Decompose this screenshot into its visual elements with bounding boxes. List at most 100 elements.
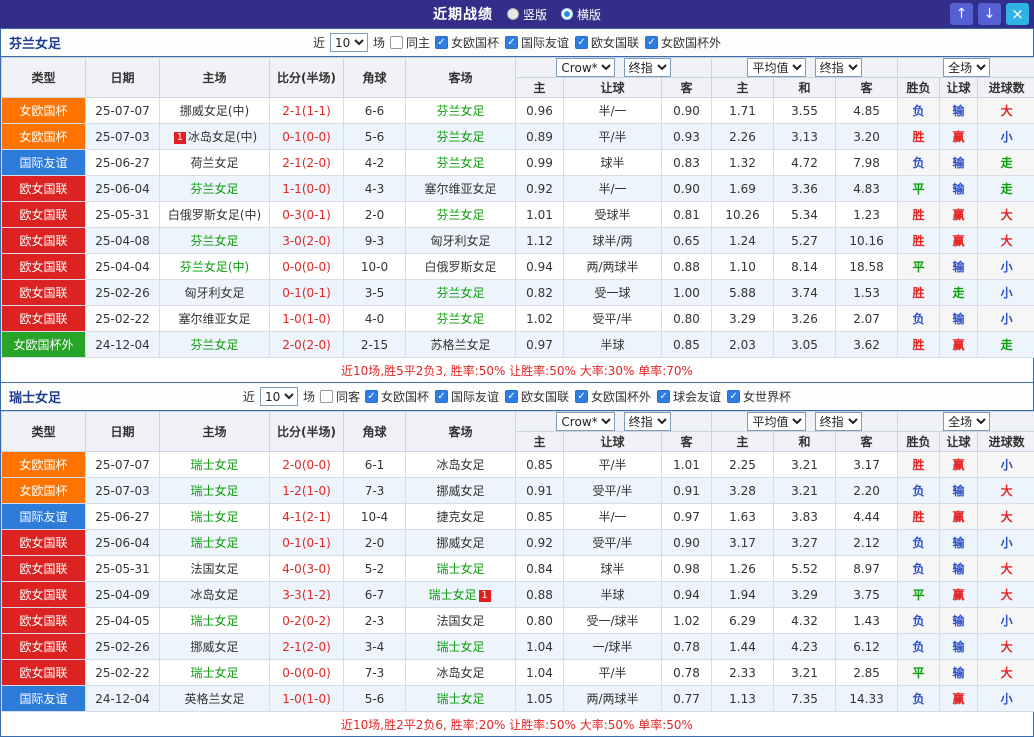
- avg-provider-select[interactable]: 平均值: [747, 412, 806, 431]
- home-team[interactable]: 芬兰女足: [160, 176, 270, 202]
- league-filter-checkbox[interactable]: ✓欧女国联: [575, 34, 639, 51]
- away-team[interactable]: 瑞士女足: [406, 634, 516, 660]
- scroll-down-button[interactable]: ↓: [978, 3, 1001, 25]
- away-team[interactable]: 冰岛女足: [406, 660, 516, 686]
- avg-period-select[interactable]: 终指: [815, 412, 862, 431]
- away-team[interactable]: 芬兰女足: [406, 124, 516, 150]
- match-score[interactable]: 2-1(2-0): [270, 634, 344, 660]
- away-team[interactable]: 冰岛女足: [406, 452, 516, 478]
- corner-score: 3-4: [344, 634, 406, 660]
- team-section-finland: 芬兰女足 近 10 场 同主 ✓女欧国杯✓国际友谊✓欧女国联✓女欧国杯外 类型 …: [0, 28, 1034, 383]
- home-team[interactable]: 芬兰女足: [160, 332, 270, 358]
- home-team[interactable]: 英格兰女足: [160, 686, 270, 712]
- away-team[interactable]: 瑞士女足: [406, 686, 516, 712]
- home-team[interactable]: 法国女足: [160, 556, 270, 582]
- away-team[interactable]: 芬兰女足: [406, 280, 516, 306]
- corner-score: 7-3: [344, 660, 406, 686]
- odds-provider-select[interactable]: Crow*: [556, 58, 615, 77]
- home-team[interactable]: 冰岛女足: [160, 582, 270, 608]
- odds-period-select[interactable]: 终指: [624, 412, 671, 431]
- home-team[interactable]: 瑞士女足: [160, 530, 270, 556]
- away-team[interactable]: 芬兰女足: [406, 202, 516, 228]
- horizontal-layout-radio[interactable]: 横版: [561, 6, 601, 23]
- away-team[interactable]: 苏格兰女足: [406, 332, 516, 358]
- odds-period-select[interactable]: 终指: [624, 58, 671, 77]
- match-score[interactable]: 1-0(1-0): [270, 306, 344, 332]
- match-score[interactable]: 1-1(0-0): [270, 176, 344, 202]
- home-team[interactable]: 瑞士女足: [160, 660, 270, 686]
- match-score[interactable]: 2-1(2-0): [270, 150, 344, 176]
- home-team[interactable]: 瑞士女足: [160, 608, 270, 634]
- close-button[interactable]: ×: [1006, 3, 1029, 25]
- away-team[interactable]: 挪威女足: [406, 530, 516, 556]
- odds-provider-select[interactable]: Crow*: [556, 412, 615, 431]
- home-team[interactable]: 白俄罗斯女足(中): [160, 202, 270, 228]
- match-score[interactable]: 0-3(0-1): [270, 202, 344, 228]
- goals-result: 走: [978, 332, 1034, 358]
- match-score[interactable]: 2-0(2-0): [270, 332, 344, 358]
- avg-period-select[interactable]: 终指: [815, 58, 862, 77]
- away-team[interactable]: 塞尔维亚女足: [406, 176, 516, 202]
- avg-provider-select[interactable]: 平均值: [747, 58, 806, 77]
- match-score[interactable]: 0-0(0-0): [270, 660, 344, 686]
- match-score[interactable]: 2-1(1-1): [270, 98, 344, 124]
- league-filter-checkbox[interactable]: ✓女世界杯: [727, 388, 791, 405]
- avg-draw-odds: 4.32: [774, 608, 836, 634]
- col-header-result: 胜负: [898, 78, 940, 98]
- team-name-link[interactable]: 瑞士女足: [9, 387, 61, 406]
- home-team[interactable]: 挪威女足(中): [160, 98, 270, 124]
- home-team[interactable]: 挪威女足: [160, 634, 270, 660]
- same-venue-checkbox[interactable]: 同客: [320, 388, 360, 405]
- away-team[interactable]: 瑞士女足1: [406, 582, 516, 608]
- away-team[interactable]: 白俄罗斯女足: [406, 254, 516, 280]
- match-score[interactable]: 0-1(0-0): [270, 124, 344, 150]
- match-score[interactable]: 1-0(1-0): [270, 686, 344, 712]
- scope-select[interactable]: 全场: [943, 58, 990, 77]
- match-score[interactable]: 3-0(2-0): [270, 228, 344, 254]
- home-team[interactable]: 瑞士女足: [160, 452, 270, 478]
- vertical-layout-radio[interactable]: 竖版: [507, 6, 547, 23]
- away-team[interactable]: 瑞士女足: [406, 556, 516, 582]
- away-team[interactable]: 法国女足: [406, 608, 516, 634]
- match-score[interactable]: 0-2(0-2): [270, 608, 344, 634]
- match-score[interactable]: 2-0(0-0): [270, 452, 344, 478]
- match-score[interactable]: 3-3(1-2): [270, 582, 344, 608]
- recent-count-select[interactable]: 10: [330, 33, 368, 52]
- away-team[interactable]: 挪威女足: [406, 478, 516, 504]
- home-team[interactable]: 塞尔维亚女足: [160, 306, 270, 332]
- match-score[interactable]: 4-1(2-1): [270, 504, 344, 530]
- home-team[interactable]: 荷兰女足: [160, 150, 270, 176]
- same-venue-checkbox[interactable]: 同主: [390, 34, 430, 51]
- match-score[interactable]: 0-0(0-0): [270, 254, 344, 280]
- league-filter-checkbox[interactable]: ✓国际友谊: [505, 34, 569, 51]
- away-team[interactable]: 芬兰女足: [406, 306, 516, 332]
- scroll-up-button[interactable]: ↑: [950, 3, 973, 25]
- league-filter-checkbox[interactable]: ✓球会友谊: [657, 388, 721, 405]
- away-team[interactable]: 匈牙利女足: [406, 228, 516, 254]
- home-team[interactable]: 匈牙利女足: [160, 280, 270, 306]
- home-team[interactable]: 芬兰女足: [160, 228, 270, 254]
- league-type-badge: 欧女国联: [2, 634, 86, 660]
- match-score[interactable]: 1-2(1-0): [270, 478, 344, 504]
- home-team[interactable]: 芬兰女足(中): [160, 254, 270, 280]
- home-team[interactable]: 瑞士女足: [160, 478, 270, 504]
- away-team[interactable]: 芬兰女足: [406, 98, 516, 124]
- home-team[interactable]: 1冰岛女足(中): [160, 124, 270, 150]
- league-filter-checkbox[interactable]: ✓女欧国杯外: [575, 388, 651, 405]
- home-team[interactable]: 瑞士女足: [160, 504, 270, 530]
- match-score[interactable]: 0-1(0-1): [270, 530, 344, 556]
- league-filter-checkbox[interactable]: ✓欧女国联: [505, 388, 569, 405]
- away-team[interactable]: 捷克女足: [406, 504, 516, 530]
- team-name-link[interactable]: 芬兰女足: [9, 33, 61, 52]
- league-filter-checkbox[interactable]: ✓女欧国杯外: [645, 34, 721, 51]
- recent-count-select[interactable]: 10: [260, 387, 298, 406]
- match-score[interactable]: 0-1(0-1): [270, 280, 344, 306]
- match-score[interactable]: 4-0(3-0): [270, 556, 344, 582]
- league-filter-checkbox[interactable]: ✓女欧国杯: [435, 34, 499, 51]
- col-header-odds-home: 主: [516, 432, 564, 452]
- away-team[interactable]: 芬兰女足: [406, 150, 516, 176]
- league-filter-checkbox[interactable]: ✓女欧国杯: [365, 388, 429, 405]
- league-filter-checkbox[interactable]: ✓国际友谊: [435, 388, 499, 405]
- scope-select[interactable]: 全场: [943, 412, 990, 431]
- handicap-line: 受平/半: [564, 306, 662, 332]
